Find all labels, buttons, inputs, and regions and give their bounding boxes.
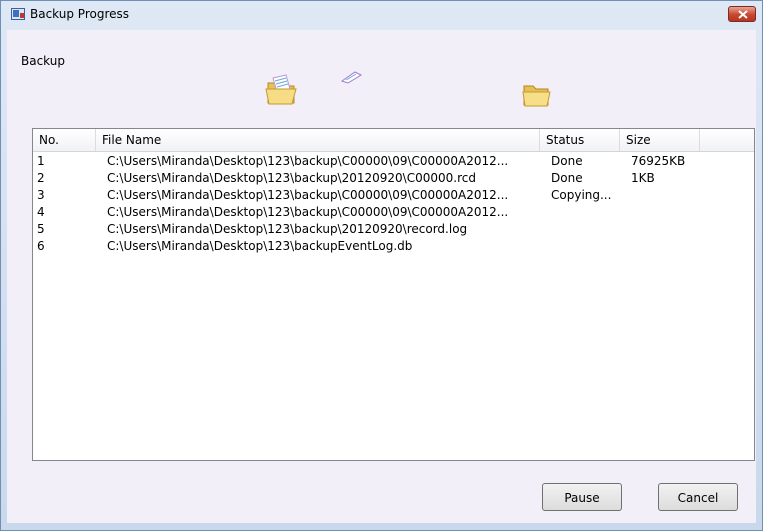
cell-no: 3 [37,188,45,202]
table-row[interactable]: 1 C:\Users\Miranda\Desktop\123\backup\C0… [33,153,754,170]
cell-file-name: C:\Users\Miranda\Desktop\123\backup\2012… [107,171,476,185]
column-header-filler [700,129,754,151]
folder-icon [521,81,553,112]
cell-no: 5 [37,222,45,236]
backup-app-icon [11,7,26,21]
open-folder-icon [264,73,300,110]
cell-no: 4 [37,205,45,219]
column-header-size[interactable]: Size [620,129,700,151]
table-row[interactable]: 4 C:\Users\Miranda\Desktop\123\backup\C0… [33,204,754,221]
cell-file-name: C:\Users\Miranda\Desktop\123\backup\2012… [107,222,468,236]
table-row[interactable]: 6 C:\Users\Miranda\Desktop\123\backupEve… [33,238,754,255]
cell-no: 6 [37,239,45,253]
cell-size: 1KB [631,171,655,185]
pause-button[interactable]: Pause [542,483,622,511]
backup-progress-window: Backup Progress Backup No. File Name Sta… [0,0,763,531]
table-row[interactable]: 3 C:\Users\Miranda\Desktop\123\backup\C0… [33,187,754,204]
cell-status: Done [551,171,583,185]
column-header-status[interactable]: Status [540,129,620,151]
title-bar: Backup Progress [1,1,762,27]
flying-paper-icon [340,70,363,87]
window-title: Backup Progress [30,7,130,21]
table-row[interactable]: 2 C:\Users\Miranda\Desktop\123\backup\20… [33,170,754,187]
cell-no: 1 [37,154,45,168]
cell-file-name: C:\Users\Miranda\Desktop\123\backup\C000… [107,154,509,168]
cell-file-name: C:\Users\Miranda\Desktop\123\backup\C000… [107,188,509,202]
close-icon [738,10,748,19]
list-header: No. File Name Status Size [33,129,754,152]
cell-size: 76925KB [631,154,686,168]
cell-status: Done [551,154,583,168]
cancel-button[interactable]: Cancel [658,483,738,511]
cell-status: Copying... [551,188,612,202]
cell-file-name: C:\Users\Miranda\Desktop\123\backup\C000… [107,205,509,219]
section-label: Backup [21,54,65,68]
table-row[interactable]: 5 C:\Users\Miranda\Desktop\123\backup\20… [33,221,754,238]
column-header-no[interactable]: No. [33,129,96,151]
cell-no: 2 [37,171,45,185]
cell-file-name: C:\Users\Miranda\Desktop\123\backupEvent… [107,239,413,253]
column-header-file-name[interactable]: File Name [96,129,540,151]
file-list[interactable]: No. File Name Status Size 1 C:\Users\Mir… [32,128,755,461]
close-button[interactable] [728,6,756,22]
